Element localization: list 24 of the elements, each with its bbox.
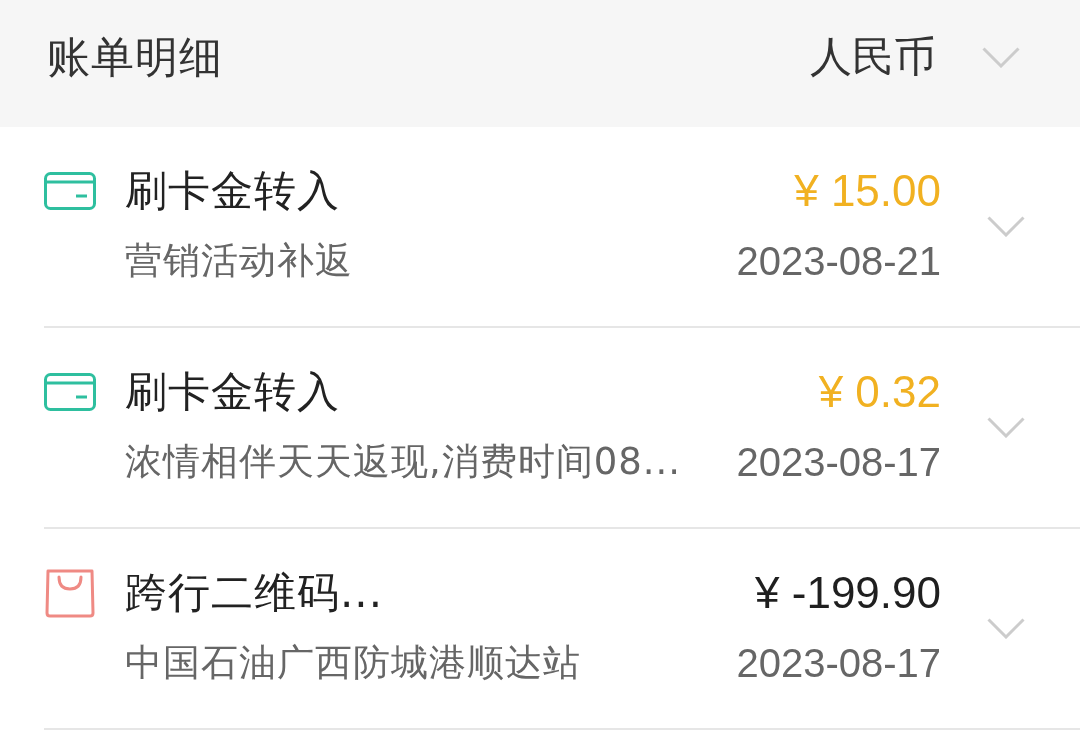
card-icon [44,373,96,411]
transaction-description: 营销活动补返 [125,238,354,284]
shopping-bag-icon [44,567,96,619]
transaction-title: 刷卡金转入 [125,165,341,217]
card-icon [44,172,96,210]
transaction-date: 2023-08-17 [736,439,941,486]
transaction-row[interactable]: 跨行二维码... 中国石油广西防城港顺达站 ¥ -199.90 2023-08-17 [44,529,1080,730]
transaction-date: 2023-08-17 [736,640,941,687]
transaction-date: 2023-08-21 [736,238,941,285]
transaction-amount: ¥ -199.90 [755,567,941,619]
transaction-description: 浓情相伴天天返现,消费时间08... [125,439,683,485]
transaction-row[interactable]: 刷卡金转入 营销活动补返 ¥ 15.00 2023-08-21 [44,127,1080,328]
transaction-amount: ¥ 0.32 [818,366,941,418]
transaction-row[interactable]: 刷卡金转入 浓情相伴天天返现,消费时间08... ¥ 0.32 2023-08-17 [44,328,1080,529]
chevron-down-icon [987,215,1025,237]
transaction-description: 中国石油广西防城港顺达站 [125,640,582,686]
page-title: 账单明细 [47,31,224,84]
chevron-down-icon [987,416,1025,438]
chevron-down-icon [982,46,1020,68]
transaction-amount: ¥ 15.00 [794,165,941,217]
transaction-title: 跨行二维码... [125,567,385,619]
transaction-title: 刷卡金转入 [125,366,341,418]
currency-dropdown[interactable]: 人民币 [810,0,1020,114]
chevron-down-icon [987,617,1025,639]
